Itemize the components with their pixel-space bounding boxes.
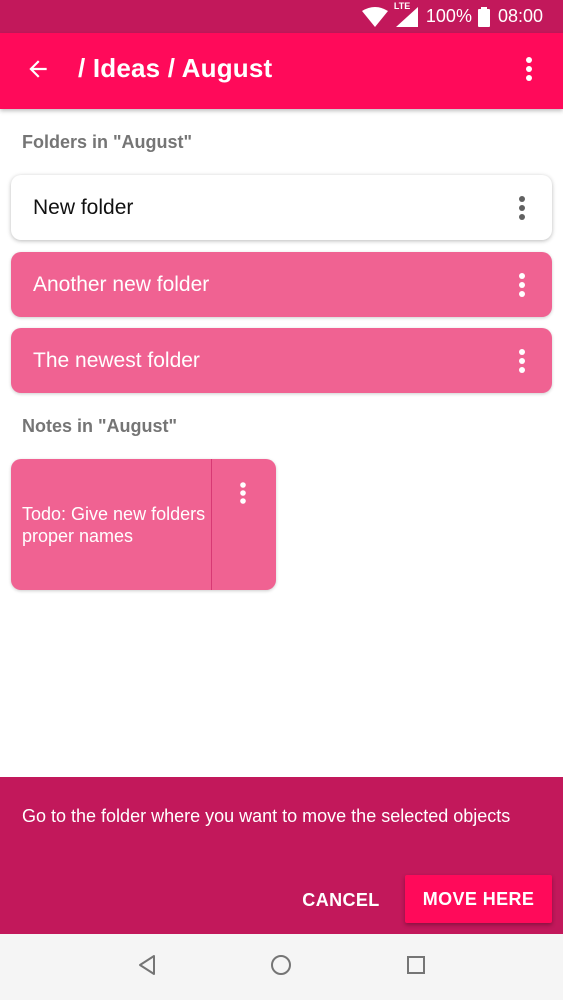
app-bar: / Ideas / August — [0, 33, 563, 109]
folder-label: Another new folder — [33, 272, 210, 296]
cancel-button[interactable]: CANCEL — [292, 877, 390, 923]
folder-row-the-newest-folder[interactable]: The newest folder — [11, 328, 552, 393]
nav-back-button[interactable] — [125, 945, 169, 989]
move-here-button[interactable]: MOVE HERE — [405, 875, 552, 923]
arrow-back-icon — [25, 56, 51, 87]
more-vert-icon — [519, 272, 525, 297]
move-panel: Go to the folder where you want to move … — [0, 777, 563, 934]
lte-signal-icon: LTE — [394, 1, 418, 27]
system-nav-bar — [0, 934, 563, 1000]
note-menu-button[interactable] — [225, 475, 261, 511]
more-vert-icon — [519, 195, 525, 220]
back-button[interactable] — [22, 55, 54, 87]
note-text: Todo: Give new folders proper names — [22, 504, 206, 546]
more-vert-icon — [519, 348, 525, 373]
more-vert-icon — [525, 56, 533, 87]
folder-menu-button[interactable] — [502, 188, 542, 228]
lte-label: LTE — [393, 0, 411, 11]
notes-section-header: Notes in "August" — [22, 416, 178, 436]
note-card[interactable]: Todo: Give new folders proper names — [11, 459, 276, 590]
folders-section-header: Folders in "August" — [22, 132, 193, 152]
folder-menu-button[interactable] — [502, 341, 542, 381]
nav-recents-icon — [406, 955, 426, 980]
nav-home-button[interactable] — [259, 945, 303, 989]
nav-back-icon — [136, 954, 158, 981]
folder-label: New folder — [33, 195, 134, 219]
battery-level: 100% — [425, 6, 472, 26]
status-bar: LTE 100% 08:00 — [0, 0, 563, 33]
move-instructions: Go to the folder where you want to move … — [22, 806, 511, 826]
clock: 08:00 — [497, 6, 543, 26]
note-divider — [211, 459, 212, 590]
battery-icon — [477, 6, 490, 27]
folder-label: The newest folder — [33, 348, 200, 372]
wifi-icon — [361, 6, 388, 27]
nav-home-icon — [270, 954, 292, 981]
folder-row-another-new-folder[interactable]: Another new folder — [11, 252, 552, 317]
folder-row-new-folder[interactable]: New folder — [11, 175, 552, 240]
nav-recents-button[interactable] — [394, 945, 438, 989]
page-title: / Ideas / August — [78, 53, 273, 83]
folder-menu-button[interactable] — [502, 265, 542, 305]
more-vert-icon — [240, 482, 246, 504]
overflow-menu-button[interactable] — [513, 55, 545, 87]
